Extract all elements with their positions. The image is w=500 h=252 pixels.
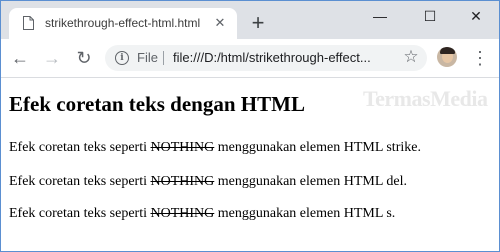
paragraph-text-before: Efek coretan teks seperti xyxy=(9,174,151,189)
forward-arrow-icon[interactable]: → xyxy=(41,47,63,69)
minimize-icon[interactable]: — xyxy=(357,5,403,27)
paragraph-text-after: menggunakan elemen HTML s. xyxy=(214,206,396,221)
avatar[interactable] xyxy=(437,47,457,67)
tab-strip: strikethrough-effect-html.html ✕ + — ☐ ✕ xyxy=(1,1,499,39)
browser-window: strikethrough-effect-html.html ✕ + — ☐ ✕… xyxy=(0,0,500,252)
paragraph-text-after: menggunakan elemen HTML del. xyxy=(214,174,407,189)
paragraph-strike: Efek coretan teks seperti NOTHING menggu… xyxy=(9,140,421,156)
strikethrough-text: NOTHING xyxy=(150,174,215,189)
menu-icon[interactable]: ⋮ xyxy=(471,47,489,69)
paragraph-text-before: Efek coretan teks seperti xyxy=(9,206,151,221)
plus-icon[interactable]: + xyxy=(247,12,269,35)
page-title: Efek coretan teks dengan HTML xyxy=(9,92,305,116)
tab-active[interactable]: strikethrough-effect-html.html ✕ xyxy=(9,8,237,39)
watermark: TermasMedia xyxy=(363,86,488,111)
close-window-icon[interactable]: ✕ xyxy=(453,5,499,27)
maximize-icon[interactable]: ☐ xyxy=(407,5,453,27)
strikethrough-text: NOTHING xyxy=(150,206,215,221)
page-content: TermasMedia Efek coretan teks dengan HTM… xyxy=(1,78,499,251)
tab-title: strikethrough-effect-html.html xyxy=(45,16,201,30)
address-separator xyxy=(163,51,164,65)
close-icon[interactable]: ✕ xyxy=(211,14,229,32)
star-icon[interactable]: ☆ xyxy=(401,47,421,67)
back-arrow-icon[interactable]: ← xyxy=(9,47,31,69)
scheme-label[interactable]: File xyxy=(137,50,158,65)
document-icon xyxy=(23,16,34,30)
paragraph-text-before: Efek coretan teks seperti xyxy=(9,140,151,155)
strikethrough-text: NOTHING xyxy=(150,140,215,155)
paragraph-del: Efek coretan teks seperti NOTHING menggu… xyxy=(9,174,407,190)
paragraph-s: Efek coretan teks seperti NOTHING menggu… xyxy=(9,206,395,222)
reload-icon[interactable]: ↻ xyxy=(73,47,95,69)
address-bar[interactable]: i File file:///D:/html/strikethrough-eff… xyxy=(105,45,427,71)
url-text[interactable]: file:///D:/html/strikethrough-effect... xyxy=(173,50,371,65)
paragraph-text-after: menggunakan elemen HTML strike. xyxy=(214,140,421,155)
avatar-hair xyxy=(440,47,455,54)
toolbar: ← → ↻ i File file:///D:/html/strikethrou… xyxy=(1,39,499,78)
info-icon[interactable]: i xyxy=(115,51,129,65)
